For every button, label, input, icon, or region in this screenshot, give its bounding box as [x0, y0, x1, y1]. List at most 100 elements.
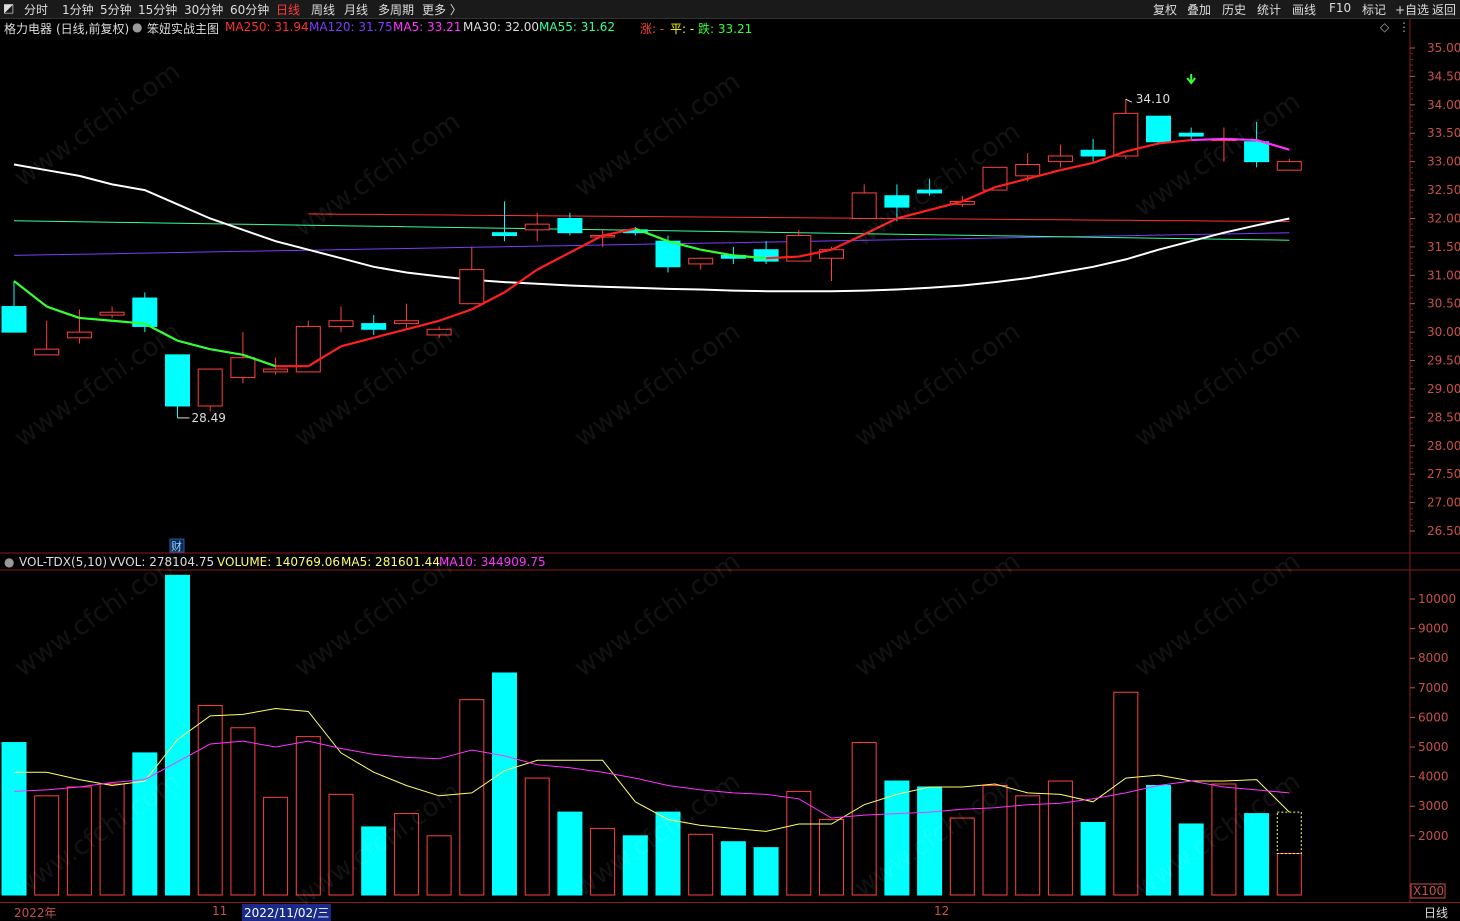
toolbar-button-4[interactable]: 画线 — [1292, 1, 1316, 18]
tab-7[interactable]: 周线 — [311, 1, 335, 18]
price-axis-label: 30.50 — [1427, 297, 1460, 311]
candle[interactable] — [328, 306, 354, 333]
price-axis-label: 29.00 — [1427, 382, 1460, 396]
volume-bar[interactable] — [492, 672, 517, 896]
volume-bar[interactable] — [197, 705, 223, 896]
candle-body — [361, 323, 387, 330]
low-price-label: 28.49 — [192, 411, 226, 425]
candle[interactable] — [393, 303, 419, 330]
date-label-m11: 11 — [212, 904, 228, 918]
candle[interactable] — [492, 201, 517, 242]
volume-bar[interactable] — [230, 727, 256, 896]
candle-body — [393, 320, 419, 325]
toolbar-button-8[interactable]: 返回 — [1432, 1, 1456, 18]
volume-bar[interactable] — [688, 833, 714, 896]
candle[interactable] — [1276, 158, 1302, 171]
price-axis-label: 27.50 — [1427, 467, 1460, 481]
toolbar-button-0[interactable]: 复权 — [1153, 1, 1177, 18]
price-axis-label: 28.50 — [1427, 410, 1460, 424]
candle-body — [66, 331, 92, 339]
tab-1[interactable]: 1分钟 — [62, 1, 94, 18]
candle[interactable] — [1080, 138, 1106, 162]
volume-bar[interactable] — [720, 841, 746, 896]
tab-10[interactable]: 更多 〉 — [422, 1, 462, 18]
tab-6[interactable]: 日线 — [276, 1, 300, 18]
candle[interactable] — [165, 354, 190, 418]
toolbar-button-5[interactable]: F10 — [1329, 1, 1351, 15]
candle[interactable] — [34, 320, 60, 356]
tab-2[interactable]: 5分钟 — [100, 1, 132, 18]
toolbar-button-2[interactable]: 历史 — [1222, 1, 1246, 18]
ma5-line-segment — [13, 280, 48, 308]
volume-bar[interactable] — [1113, 691, 1139, 896]
price-axis-label: 35.00 — [1427, 41, 1460, 55]
volume-bar[interactable] — [1015, 795, 1041, 896]
candle-body — [34, 348, 60, 356]
tab-0[interactable]: 分时 — [24, 1, 48, 18]
candle-body — [1080, 149, 1106, 157]
toolbar-button-1[interactable]: 叠加 — [1187, 1, 1211, 18]
volume-projection — [1276, 811, 1302, 855]
candle-body — [1178, 132, 1204, 137]
candle-body — [655, 240, 681, 268]
ma5-line-segment — [1060, 161, 1094, 172]
high-pointer — [1125, 98, 1133, 103]
candle-body — [459, 269, 485, 305]
price-axis-label: 28.00 — [1427, 439, 1460, 453]
period-toolbar: 分时 1分钟 5分钟 15分钟 30分钟 60分钟 日线 周线 月线 多周期 更多 〉 ◩ 复权 叠加 历史… — [0, 0, 1460, 19]
candle[interactable] — [688, 257, 714, 270]
tab-8[interactable]: 月线 — [344, 1, 368, 18]
candle[interactable] — [753, 241, 779, 264]
volume-axis-label: 4000 — [1418, 770, 1449, 784]
volume-bar[interactable] — [263, 796, 289, 896]
price-axis-label: 30.00 — [1427, 325, 1460, 339]
ma5-line-segment — [340, 336, 374, 348]
date-label-cursor: 2022/11/02/三 — [242, 904, 332, 921]
volume-info-name: VOL-TDX(5,10) — [19, 555, 108, 569]
candle-body — [492, 232, 517, 237]
volume-settings-icon[interactable]: ● — [4, 555, 14, 569]
price-axis-label: 32.50 — [1427, 183, 1460, 197]
volume-bar[interactable] — [1047, 780, 1073, 896]
toolbar-button-6[interactable]: 标记 — [1362, 1, 1386, 18]
volume-axis-label: 3000 — [1418, 799, 1449, 813]
volume-bar[interactable] — [524, 777, 550, 896]
volume-bar[interactable] — [426, 835, 452, 896]
candle-body — [165, 354, 190, 407]
volume-bar[interactable] — [786, 790, 812, 896]
ma55-line — [13, 220, 1290, 241]
tab-4[interactable]: 30分钟 — [184, 1, 223, 18]
price-axis-label: 31.00 — [1427, 268, 1460, 282]
tab-5[interactable]: 60分钟 — [230, 1, 269, 18]
candle-body — [1, 306, 27, 333]
ma5-line-segment — [503, 268, 538, 294]
candle[interactable] — [1047, 144, 1073, 168]
volume-bar[interactable] — [165, 574, 190, 896]
volume-bar[interactable] — [1276, 853, 1302, 896]
candle[interactable] — [1146, 115, 1171, 145]
volume-bar[interactable] — [819, 819, 844, 896]
candle[interactable] — [361, 315, 387, 335]
candle[interactable] — [1178, 127, 1204, 139]
candle[interactable] — [295, 320, 321, 373]
toolbar-button-3[interactable]: 统计 — [1257, 1, 1281, 18]
volume-axis-label: X100 — [1413, 884, 1444, 898]
date-label-year: 2022年 — [14, 906, 57, 920]
candle[interactable] — [197, 368, 223, 412]
tab-9[interactable]: 多周期 — [378, 1, 414, 18]
volume-bar[interactable] — [753, 847, 779, 896]
candle-body — [688, 257, 714, 265]
candle[interactable] — [99, 306, 125, 318]
ma5-line-segment — [46, 305, 80, 319]
tab-3[interactable]: 15分钟 — [138, 1, 177, 18]
candle-body — [328, 320, 354, 327]
candle[interactable] — [524, 212, 550, 242]
candle[interactable] — [590, 229, 616, 247]
price-axis-label: 26.50 — [1427, 524, 1460, 538]
candle[interactable] — [459, 246, 485, 305]
menu-icon[interactable]: ◩ — [3, 1, 14, 15]
period-label[interactable]: 日线 — [1424, 904, 1448, 921]
volume-bar[interactable] — [1080, 821, 1106, 896]
toolbar-button-7[interactable]: +自选 — [1395, 1, 1429, 18]
candle-body — [197, 368, 223, 407]
